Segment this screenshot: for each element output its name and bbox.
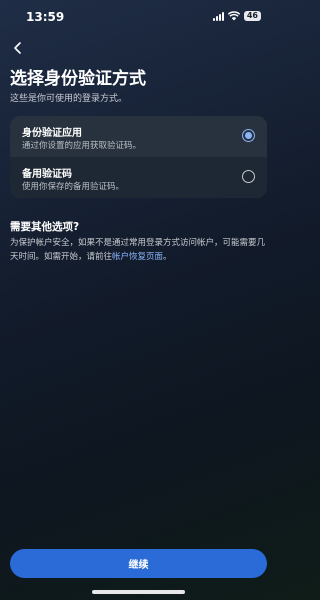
option-authenticator-app[interactable]: 身份验证应用 通过你设置的应用获取验证码。 bbox=[10, 116, 267, 157]
status-bar: 13:59 46 bbox=[0, 0, 277, 34]
option-title: 身份验证应用 bbox=[22, 128, 82, 139]
option-title: 备用验证码 bbox=[22, 169, 72, 180]
account-recovery-link[interactable]: 帐户恢复页面 bbox=[112, 252, 163, 262]
option-description: 使用你保存的备用验证码。 bbox=[22, 182, 125, 192]
back-button[interactable] bbox=[8, 38, 28, 58]
help-heading: 需要其他选项? bbox=[10, 221, 80, 233]
option-description: 通过你设置的应用获取验证码。 bbox=[22, 141, 142, 151]
help-text: 为保护帐户安全，如果不是通过常用登录方式访问帐户，可能需要几天时间。如需开始，请… bbox=[10, 236, 272, 264]
page-title: 选择身份验证方式 bbox=[10, 69, 146, 89]
battery-icon: 46 bbox=[243, 11, 261, 21]
option-backup-codes[interactable]: 备用验证码 使用你保存的备用验证码。 bbox=[10, 157, 267, 198]
status-icons: 46 bbox=[212, 11, 261, 21]
help-end: 。 bbox=[163, 252, 172, 262]
home-indicator bbox=[92, 590, 185, 594]
wifi-icon bbox=[227, 11, 240, 21]
continue-button[interactable]: 继续 bbox=[10, 549, 267, 578]
chevron-left-icon bbox=[14, 42, 21, 54]
status-time: 13:59 bbox=[26, 10, 65, 24]
page-subtitle: 这些是你可使用的登录方式。 bbox=[10, 94, 128, 104]
radio-authenticator-app[interactable] bbox=[242, 129, 255, 142]
signal-icon bbox=[212, 11, 224, 21]
radio-backup-codes[interactable] bbox=[242, 170, 255, 183]
verification-options: 身份验证应用 通过你设置的应用获取验证码。 备用验证码 使用你保存的备用验证码。 bbox=[10, 116, 267, 198]
